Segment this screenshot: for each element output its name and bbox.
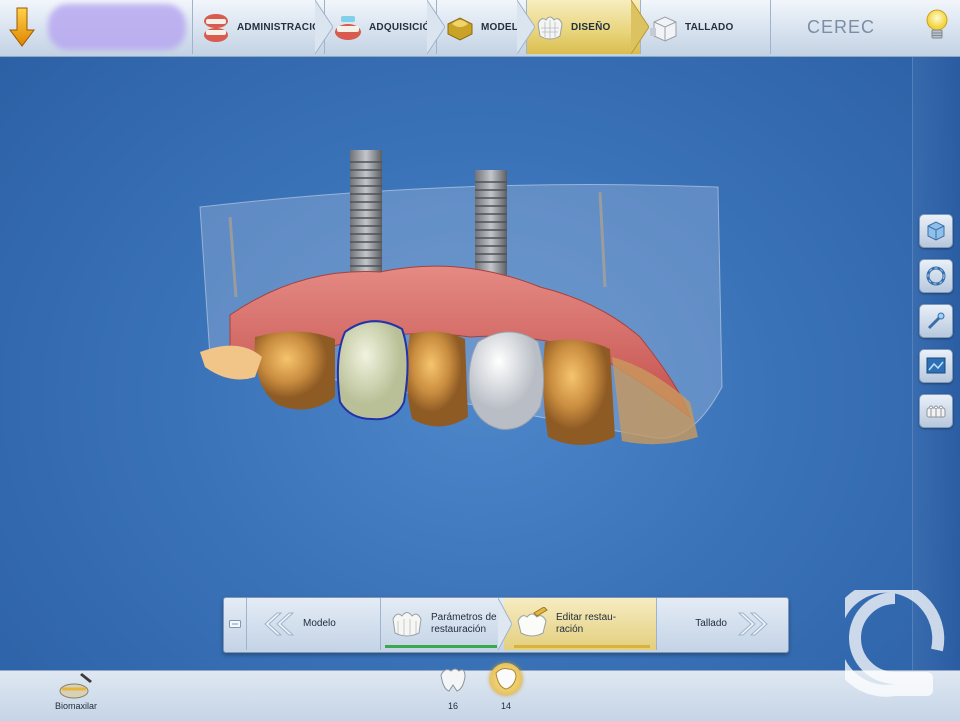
- stepbar-step-label-line1: Editar restau-: [556, 612, 617, 623]
- arrow-down-icon[interactable]: [8, 6, 36, 48]
- nav-chevron: [427, 0, 445, 54]
- tooth-selector-16[interactable]: 16: [434, 663, 472, 719]
- stepbar-next-button[interactable]: Tallado: [657, 598, 787, 650]
- grip-icon: [229, 620, 241, 628]
- stepbar-step-label-line2: ración: [556, 624, 584, 635]
- scan-fragment: [200, 345, 262, 380]
- nav-step-adquisicion[interactable]: ADQUISICIÓN: [324, 0, 445, 54]
- nav-step-tallado[interactable]: TALLADO: [640, 0, 770, 54]
- crown-tooth-14[interactable]: [468, 331, 545, 430]
- 3d-viewport[interactable]: [0, 57, 912, 670]
- nav-step-label: ADMINISTRACIÓN: [237, 21, 328, 33]
- milling-block-icon: [650, 16, 677, 42]
- nav-chevron: [517, 0, 535, 54]
- model-blocks-icon: [926, 405, 946, 418]
- double-chevron-left-icon: [264, 612, 295, 636]
- model-blocks-button[interactable]: [919, 394, 953, 428]
- stepbar-prev-button[interactable]: Modelo: [247, 598, 379, 650]
- acquisition-jaw-icon: [335, 16, 361, 40]
- step-chevron: [498, 598, 512, 650]
- view-cube-button[interactable]: [919, 214, 953, 248]
- step-progress-current: [514, 645, 650, 648]
- nav-step-diseno[interactable]: DISEÑO: [526, 0, 649, 54]
- stepbar-step-label-line1: Parámetros de: [431, 612, 497, 623]
- natural-tooth: [543, 339, 615, 445]
- tooth-number: 14: [500, 701, 511, 711]
- nav-step-label: DISEÑO: [571, 21, 611, 33]
- dental-model-scene[interactable]: [0, 57, 912, 670]
- stepbar-next-label: Tallado: [695, 618, 727, 629]
- tool-wand-icon: [927, 312, 945, 330]
- stepbar-step-label-line2: restauración: [431, 624, 487, 635]
- lightbulb-icon[interactable]: [924, 8, 950, 44]
- watermark-q-logo: [845, 590, 945, 697]
- biomaxilar-label: Biomaxilar: [54, 701, 97, 711]
- tool-wand-button[interactable]: [919, 304, 953, 338]
- crown-parameters-icon: [392, 612, 422, 637]
- user-avatar-blurred: [48, 4, 186, 50]
- rotate-view-button[interactable]: [919, 259, 953, 293]
- nav-step-label: TALLADO: [685, 21, 734, 33]
- top-nav-bar: ADMINISTRACIÓN ADQUISICIÓN MODELO DISEÑO: [0, 0, 960, 57]
- screenshot-gallery-button[interactable]: [919, 349, 953, 383]
- crown-edit-icon: [517, 607, 548, 637]
- view-cube-icon: [927, 221, 945, 241]
- tooth-number: 16: [447, 701, 458, 711]
- brand-logo-text: CEREC: [770, 0, 911, 54]
- stepbar-prev-label: Modelo: [303, 618, 336, 629]
- design-crown-icon: [537, 16, 563, 40]
- tooth-selector-14[interactable]: 14: [487, 663, 525, 719]
- stepbar-step-editar[interactable]: Editar restau- ración: [504, 598, 656, 650]
- nav-chevron: [631, 0, 649, 54]
- implant-screw-right: [475, 170, 507, 275]
- bottom-bar: Biomaxilar 16 14: [0, 663, 960, 721]
- crown-tooth-16[interactable]: [336, 320, 409, 421]
- stepbar-step-parametros[interactable]: Parámetros de restauración: [381, 598, 501, 650]
- natural-tooth: [406, 331, 468, 427]
- tooth-icon: [495, 668, 517, 690]
- biomaxilar-jaw-icon: [59, 673, 92, 699]
- screenshot-gallery-icon: [926, 357, 946, 374]
- model-tooth-icon: [447, 17, 473, 41]
- double-chevron-right-icon: [737, 612, 768, 636]
- biomaxilar-button[interactable]: Biomaxilar: [50, 671, 102, 721]
- step-progress-complete: [385, 645, 497, 648]
- tooth-icon: [440, 668, 466, 692]
- nav-step-administracion[interactable]: ADMINISTRACIÓN: [192, 0, 333, 54]
- implant-screw-left: [350, 150, 382, 275]
- workflow-step-bar: Modelo Parámetros de restauración Editar…: [223, 597, 789, 653]
- stepbar-collapse-handle[interactable]: [224, 598, 247, 650]
- nav-chevron: [315, 0, 333, 54]
- admin-jaw-icon: [204, 14, 228, 42]
- rotate-ring-icon: [926, 266, 946, 286]
- nav-step-modelo[interactable]: MODELO: [436, 0, 535, 54]
- natural-tooth: [254, 331, 335, 410]
